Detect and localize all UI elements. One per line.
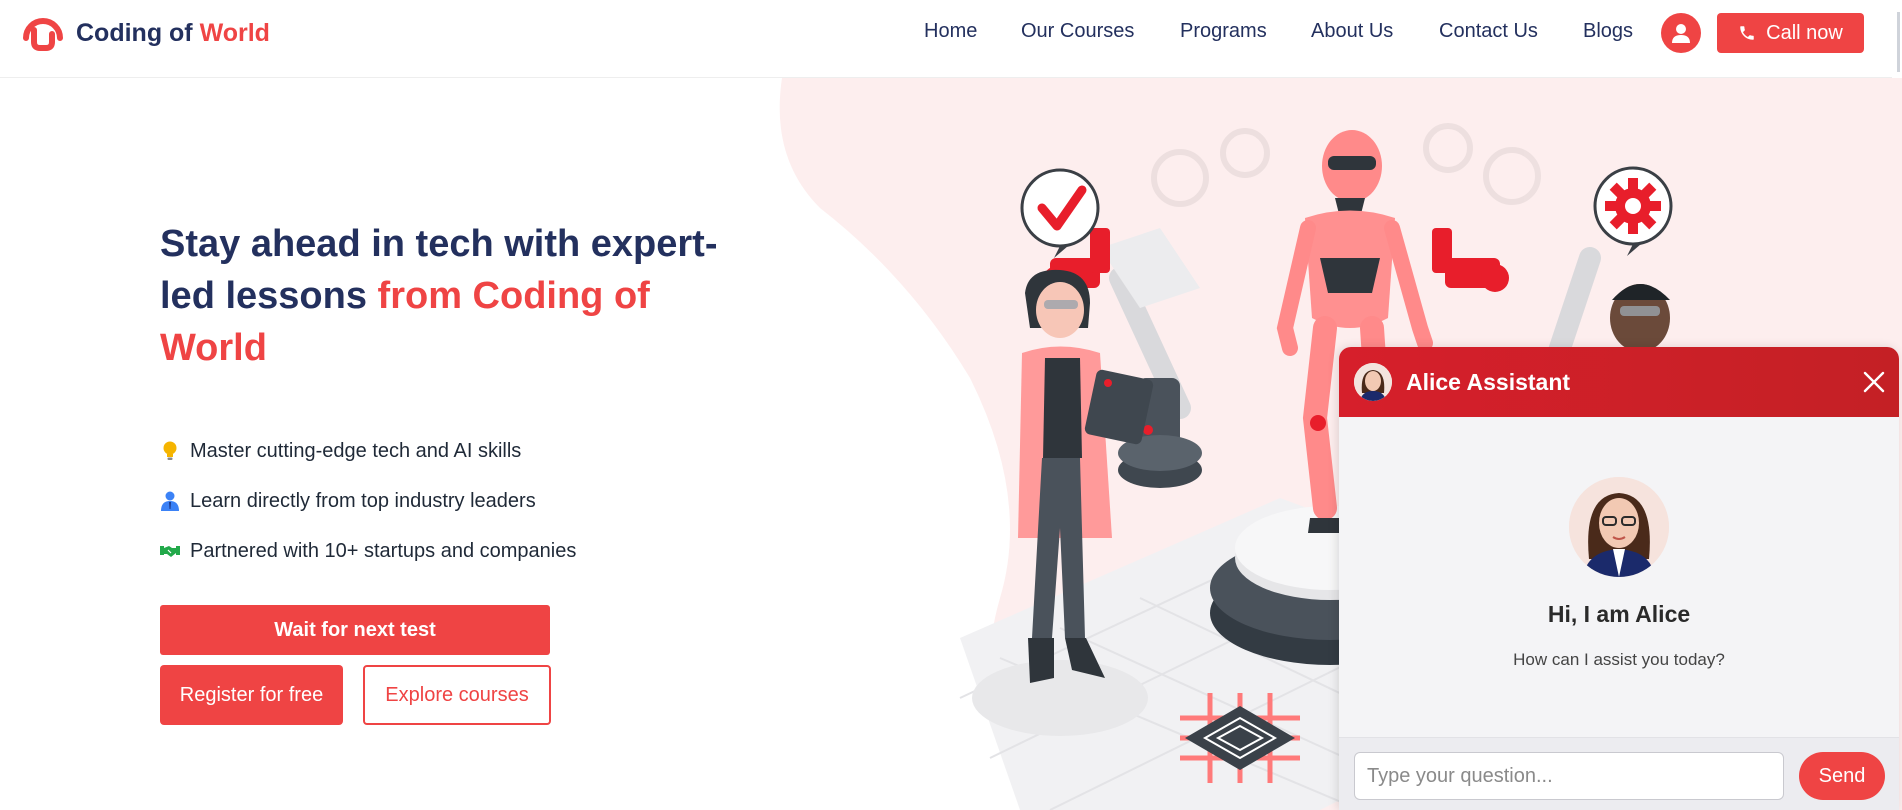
user-account-button[interactable] — [1661, 13, 1701, 53]
call-now-label: Call now — [1766, 21, 1843, 44]
nav-programs[interactable]: Programs — [1180, 20, 1267, 43]
feature-list: Master cutting-edge tech and AI skills L… — [160, 426, 576, 576]
nav-contact-us[interactable]: Contact Us — [1439, 20, 1538, 43]
feature-item: Learn directly from top industry leaders — [160, 476, 576, 526]
assistant-name: Alice Assistant — [1406, 368, 1571, 395]
chat-body: Hi, I am Alice How can I assist you toda… — [1339, 477, 1899, 670]
close-icon[interactable] — [1861, 369, 1887, 395]
register-button[interactable]: Register for free — [160, 665, 343, 725]
lightbulb-icon — [160, 441, 180, 461]
chat-widget: Alice Assistant Hi, I am Alice How can I… — [1339, 347, 1899, 810]
hero-title: Stay ahead in tech with expert-led lesso… — [160, 223, 718, 369]
nav-about-us[interactable]: About Us — [1311, 20, 1393, 43]
send-button[interactable]: Send — [1799, 752, 1885, 800]
feature-text: Partnered with 10+ startups and companie… — [190, 539, 577, 562]
nav-home[interactable]: Home — [924, 20, 977, 43]
logo-icon — [23, 18, 63, 51]
chat-question-input[interactable] — [1354, 752, 1784, 800]
feature-text: Learn directly from top industry leaders — [190, 489, 536, 512]
call-now-button[interactable]: Call now — [1717, 13, 1864, 53]
nav-our-courses[interactable]: Our Courses — [1021, 20, 1134, 43]
assistant-portrait — [1569, 477, 1669, 577]
nav-blogs[interactable]: Blogs — [1583, 20, 1633, 43]
brand-name: Coding of World — [76, 18, 270, 47]
page-scrollbar[interactable] — [1892, 0, 1902, 78]
phone-icon — [1740, 26, 1754, 40]
feature-item: Master cutting-edge tech and AI skills — [160, 426, 576, 476]
chat-footer: Send — [1339, 737, 1899, 810]
person-icon — [160, 491, 180, 511]
feature-item: Partnered with 10+ startups and companie… — [160, 526, 576, 576]
chat-prompt: How can I assist you today? — [1513, 650, 1725, 669]
wait-for-next-test-button[interactable]: Wait for next test — [160, 605, 550, 655]
chat-header: Alice Assistant — [1339, 347, 1899, 417]
assistant-avatar — [1354, 363, 1392, 401]
site-header: Coding of World Home Our Courses Program… — [0, 0, 1902, 78]
chat-greeting: Hi, I am Alice — [1547, 601, 1691, 627]
feature-text: Master cutting-edge tech and AI skills — [190, 439, 522, 462]
user-icon — [1672, 24, 1690, 43]
explore-courses-button[interactable]: Explore courses — [363, 665, 551, 725]
brand-logo[interactable]: Coding of World — [18, 8, 270, 58]
handshake-icon — [160, 541, 180, 561]
